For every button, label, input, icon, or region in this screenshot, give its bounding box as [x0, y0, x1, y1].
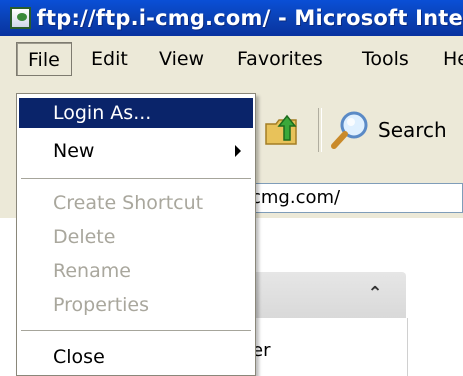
file-menu-dropdown: Login As... New Create Shortcut Delete R…: [16, 93, 256, 376]
menu-item-new[interactable]: New: [19, 136, 253, 166]
menu-separator: [21, 178, 251, 182]
submenu-arrow-icon: [235, 145, 241, 157]
menu-favorites[interactable]: Favorites: [237, 42, 323, 76]
menu-file[interactable]: File: [16, 42, 72, 76]
menu-bar: File Edit View Favorites Tools He: [0, 36, 463, 81]
search-icon: [331, 111, 368, 149]
menu-item-new-label: New: [53, 140, 95, 162]
menu-item-delete[interactable]: Delete: [19, 222, 253, 252]
menu-edit[interactable]: Edit: [91, 42, 128, 76]
chevron-up-icon[interactable]: ⌃: [366, 284, 384, 304]
menu-item-properties[interactable]: Properties: [19, 290, 253, 320]
search-button[interactable]: Search: [328, 106, 463, 154]
menu-item-close[interactable]: Close: [19, 342, 253, 372]
menu-view[interactable]: View: [159, 42, 204, 76]
folder-up-icon[interactable]: [262, 110, 302, 150]
menu-separator: [21, 330, 251, 334]
address-input[interactable]: cmg.com/: [248, 183, 463, 213]
menu-item-create-shortcut[interactable]: Create Shortcut: [19, 188, 253, 218]
menu-item-login-as[interactable]: Login As...: [19, 98, 253, 128]
toolbar-separator: [318, 108, 322, 152]
task-panel-body: [250, 318, 408, 376]
search-label: Search: [378, 118, 447, 142]
menu-tools[interactable]: Tools: [362, 42, 409, 76]
title-bar: ftp://ftp.i-cmg.com/ - Microsoft Inte: [0, 0, 463, 36]
menu-help[interactable]: He: [443, 42, 463, 76]
window-title: ftp://ftp.i-cmg.com/ - Microsoft Inte: [36, 6, 463, 30]
ie-window-icon[interactable]: [10, 7, 31, 29]
menu-item-rename[interactable]: Rename: [19, 256, 253, 286]
